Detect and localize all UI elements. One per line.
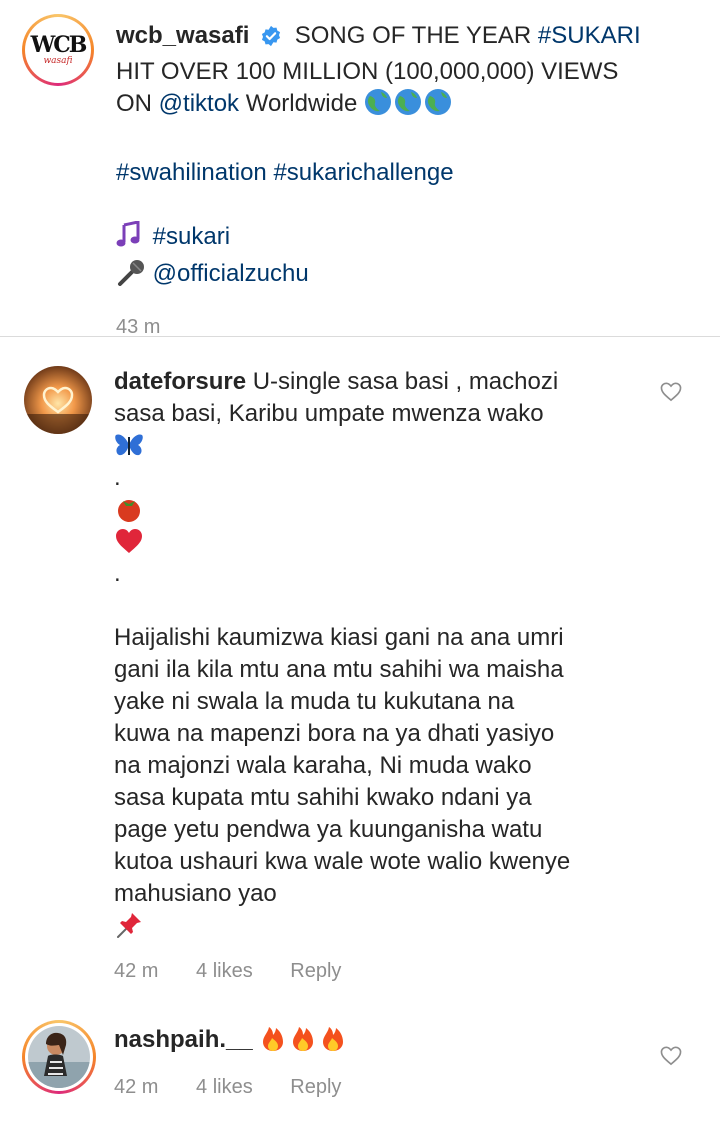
divider [0, 336, 720, 337]
hashtag-sukari[interactable]: #sukari [153, 223, 230, 250]
comment-paragraph-line: page yetu pendwa ya kuunganisha watu [114, 816, 543, 843]
comment-likes[interactable]: 4 likes [196, 1076, 253, 1098]
verified-badge-icon [260, 24, 282, 56]
caption-text: wcb_wasafi SONG OF THE YEAR #SUKARI HIT … [116, 20, 706, 343]
comment-paragraph-line: kutoa ushauri kwa wale wote walio kwenye [114, 848, 571, 875]
comment-avatar[interactable] [22, 1020, 96, 1094]
comment-meta: 42 m 4 likes Reply [114, 1071, 644, 1103]
caption-line-2: HIT OVER 100 MILLION (100,000,000) VIEWS [116, 58, 619, 85]
comment-likes[interactable]: 4 likes [196, 960, 253, 982]
comment-paragraph-line: gani ila kila mtu ana mtu sahihi wa mais… [114, 656, 564, 683]
wcb-logo: WCB wasafi [28, 20, 88, 80]
music-notes-emoji [116, 220, 146, 258]
post-timestamp: 43 m [116, 316, 161, 338]
like-heart-icon[interactable] [660, 1046, 682, 1071]
comment-avatar[interactable] [24, 366, 92, 434]
red-heart-emoji [114, 526, 644, 558]
mention-tiktok[interactable]: @tiktok [159, 90, 239, 117]
comment-paragraph-line: na majonzi wala karaha, Ni muda wako [114, 752, 532, 779]
globe-emoji [364, 88, 454, 125]
author-username[interactable]: wcb_wasafi [116, 22, 249, 49]
logo-mark: WCB [30, 32, 88, 58]
comment-paragraph-line: Haijalishi kaumizwa kiasi gani na ana um… [114, 624, 564, 651]
comment-timestamp: 42 m [114, 960, 159, 982]
hashtag-swahilination[interactable]: #swahilination [116, 159, 267, 186]
pushpin-emoji [114, 910, 644, 943]
comment-line-2: sasa basi, Karibu umpate mwenza wako [114, 400, 544, 427]
hashtag-sukarichallenge[interactable]: #sukarichallenge [273, 159, 453, 186]
comment-dot-1: . [114, 464, 121, 491]
reply-button[interactable]: Reply [290, 960, 341, 982]
like-heart-icon[interactable] [660, 382, 682, 407]
tomato-emoji [114, 494, 644, 526]
caption-line-3-pre: ON [116, 90, 152, 117]
fire-emoji [259, 1022, 349, 1061]
comment-timestamp: 42 m [114, 1076, 159, 1098]
comment-paragraph-line: yake ni swala la muda tu kukutana na [114, 688, 515, 715]
butterfly-emoji [114, 430, 644, 462]
comment-paragraph-line: sasa kupata mtu sahihi kwako ndani ya [114, 784, 532, 811]
author-avatar[interactable]: WCB wasafi [22, 14, 94, 86]
comment-line-1: U-single sasa basi , machozi [252, 368, 559, 395]
comment-paragraph-line: kuwa na mapenzi bora na ya dhati yasiyo [114, 720, 555, 747]
caption-head: SONG OF THE YEAR [294, 22, 532, 49]
comment-body: dateforsure U-single sasa basi , machozi… [114, 366, 644, 987]
post-meta: 43 m [116, 311, 706, 343]
mention-officialzuchu[interactable]: @officialzuchu [153, 260, 309, 287]
comment-username[interactable]: nashpaih.__ [114, 1026, 253, 1053]
hashtag-sukari-upper[interactable]: #SUKARI [538, 22, 641, 49]
comment-body: nashpaih.__ 42 m 4 likes Reply [114, 1022, 644, 1103]
comment-dot-2: . [114, 560, 121, 587]
reply-button[interactable]: Reply [290, 1076, 341, 1098]
comment-meta: 42 m 4 likes Reply [114, 955, 644, 987]
comment-paragraph-line: mahusiano yao [114, 880, 277, 907]
microphone-emoji [116, 258, 146, 295]
comment-username[interactable]: dateforsure [114, 368, 246, 395]
logo-sub: wasafi [43, 56, 73, 66]
caption-line-3-post: Worldwide [245, 90, 358, 117]
